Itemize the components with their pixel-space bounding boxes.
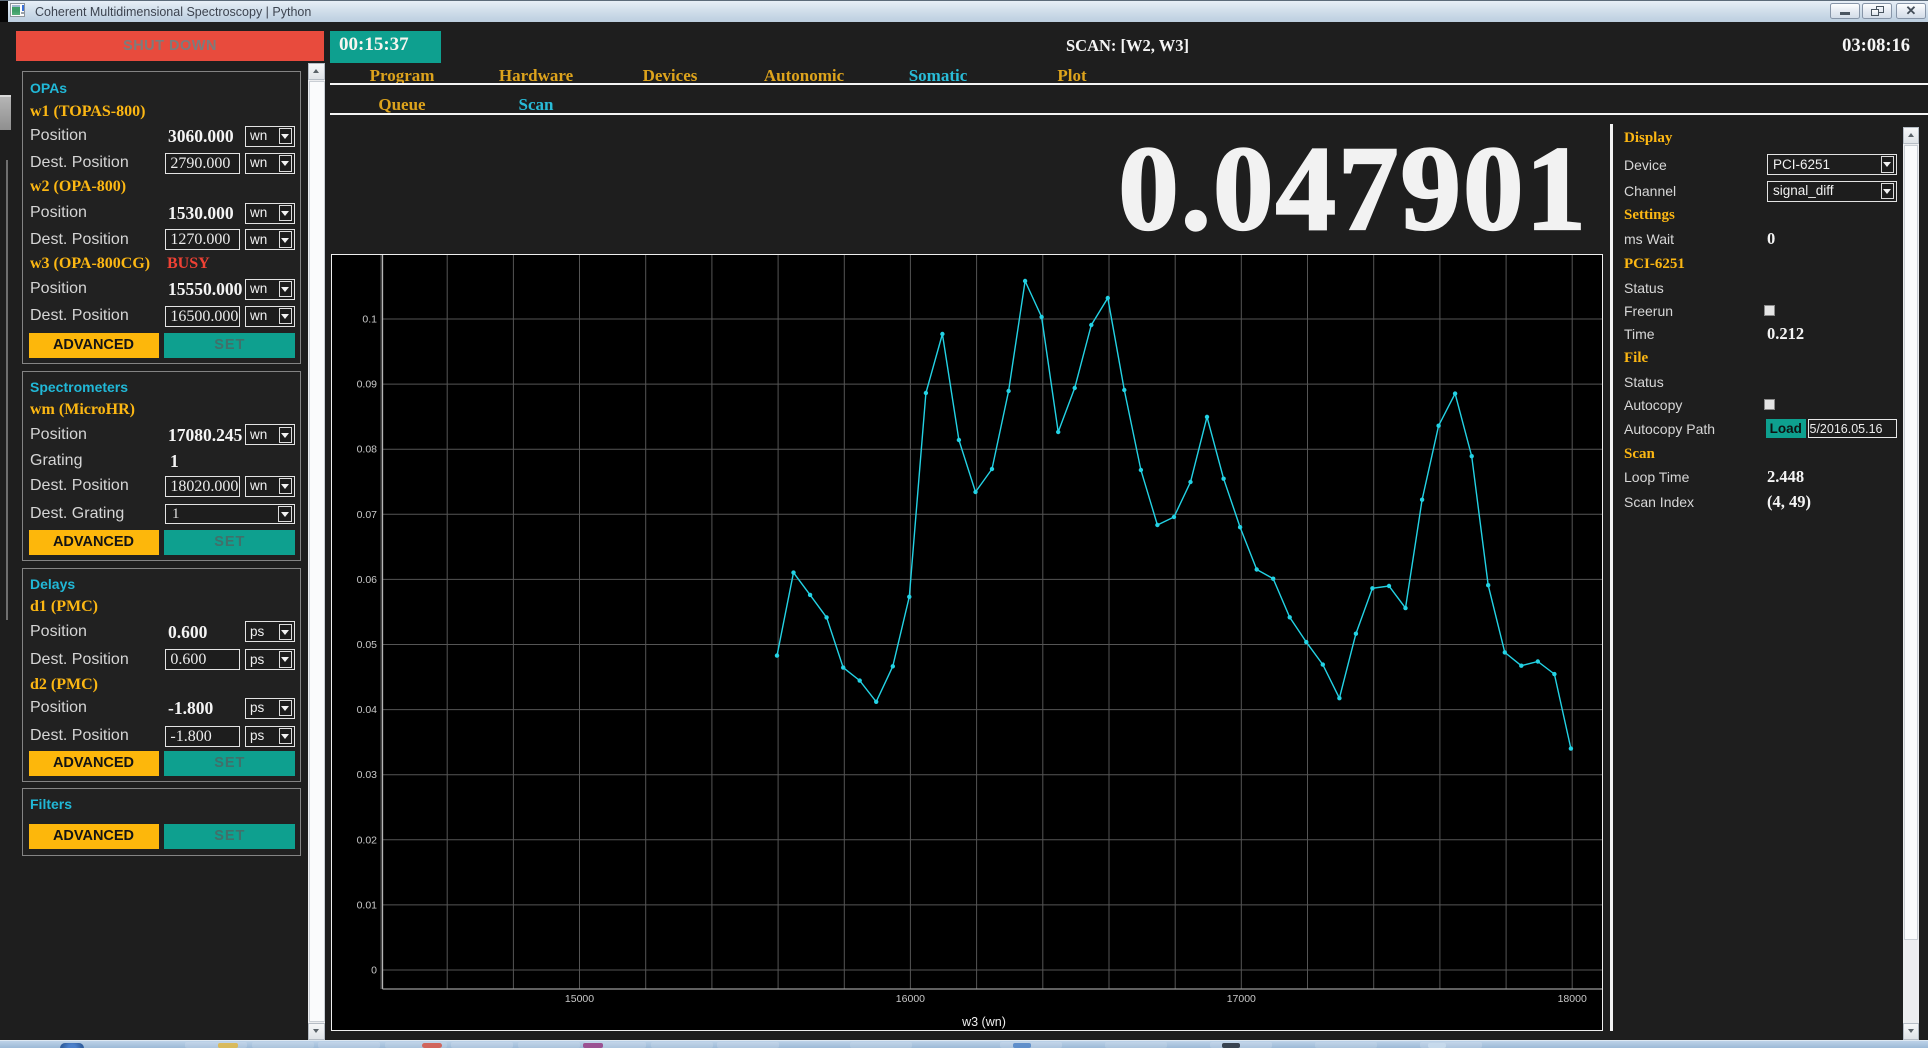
svg-text:0.06: 0.06 [356, 574, 377, 586]
svg-text:0.1: 0.1 [362, 314, 377, 326]
svg-text:0.07: 0.07 [356, 509, 377, 521]
svg-text:0.08: 0.08 [356, 444, 377, 456]
svg-text:w3 (wn): w3 (wn) [961, 1015, 1006, 1029]
svg-text:0: 0 [371, 965, 377, 977]
svg-text:0.01: 0.01 [356, 899, 377, 911]
svg-text:0.09: 0.09 [356, 379, 377, 391]
svg-text:0.04: 0.04 [356, 704, 377, 716]
svg-text:16000: 16000 [895, 993, 924, 1005]
svg-text:17000: 17000 [1226, 993, 1255, 1005]
svg-text:0.02: 0.02 [356, 834, 377, 846]
svg-text:18000: 18000 [1557, 993, 1586, 1005]
svg-text:0.05: 0.05 [356, 639, 377, 651]
svg-text:0.03: 0.03 [356, 769, 377, 781]
svg-text:15000: 15000 [564, 993, 593, 1005]
